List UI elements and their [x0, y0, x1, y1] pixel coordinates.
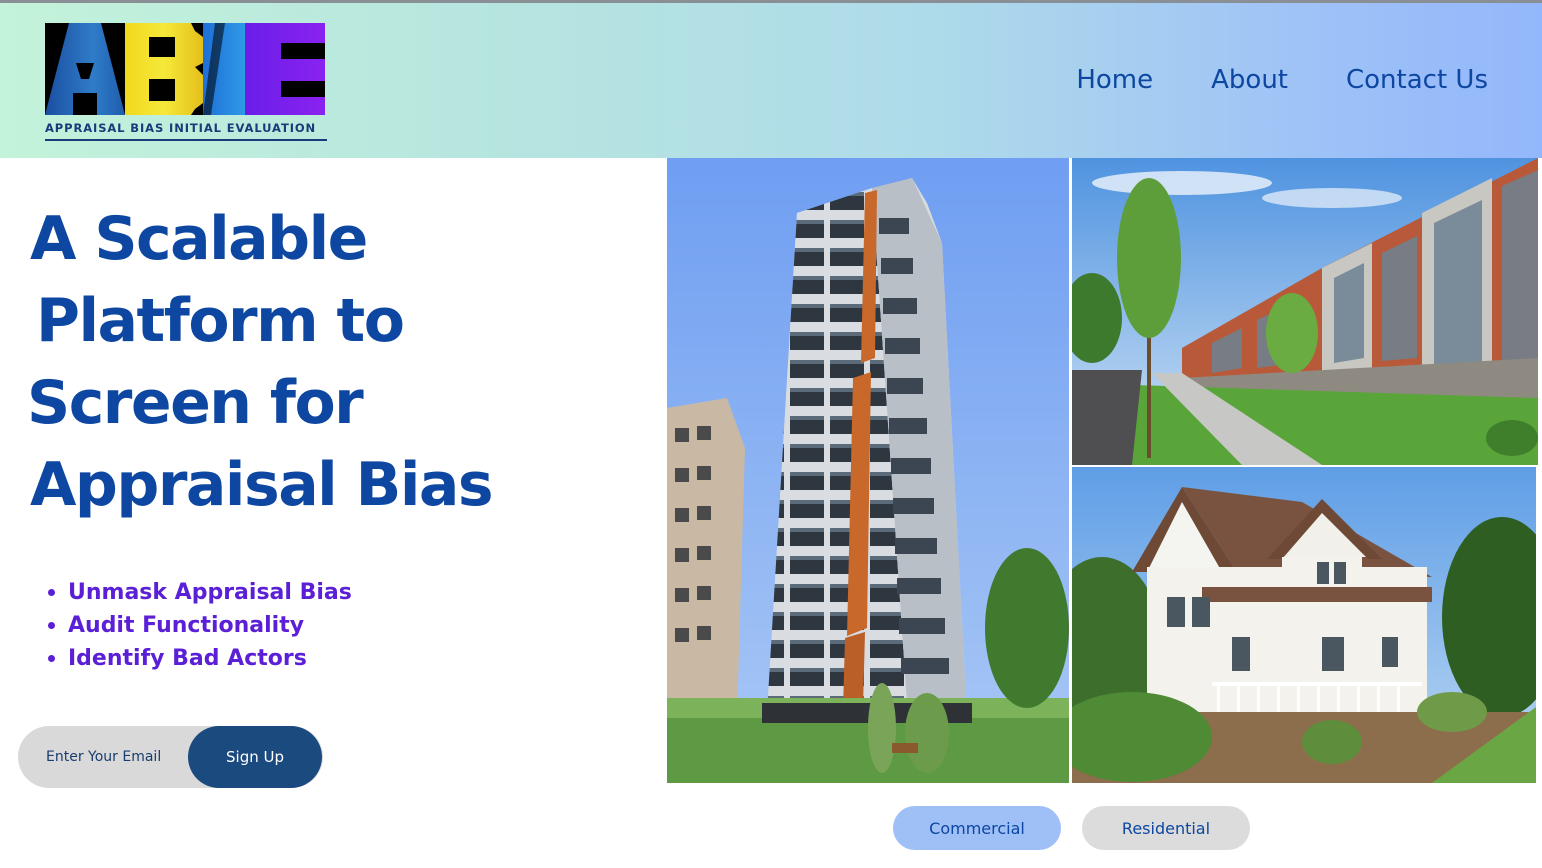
commercial-button[interactable]: Commercial — [893, 806, 1061, 850]
white-house-photo — [1072, 467, 1536, 783]
feature-item: Identify Bad Actors — [48, 642, 352, 675]
nav-home[interactable]: Home — [1076, 65, 1153, 95]
logo-underline — [45, 139, 327, 141]
feature-item: Unmask Appraisal Bias — [48, 576, 352, 609]
nav-about[interactable]: About — [1211, 65, 1288, 95]
hero-title-line: Screen for — [27, 368, 364, 438]
logo-letter-cutouts — [45, 23, 325, 115]
townhouses-photo — [1072, 158, 1538, 465]
hero-title-line: Appraisal Bias — [30, 450, 494, 520]
white-house-image — [1072, 467, 1536, 783]
townhouses-image — [1072, 158, 1538, 465]
abie-logo[interactable]: APPRAISAL BIAS INITIAL EVALUATION — [45, 23, 327, 141]
feature-list: Unmask Appraisal Bias Audit Functionalit… — [48, 576, 352, 675]
sign-up-button[interactable]: Sign Up — [188, 726, 322, 788]
signup-form: Sign Up — [18, 726, 323, 788]
tower-photo — [667, 158, 1069, 783]
hero-title: A Scalable Platform to Screen for Apprai… — [27, 198, 650, 526]
main-nav: Home About Contact Us — [1076, 65, 1488, 95]
residential-button[interactable]: Residential — [1082, 806, 1250, 850]
hero-title-line: A Scalable — [30, 204, 368, 274]
email-input[interactable] — [46, 745, 196, 769]
nav-contact-us[interactable]: Contact Us — [1346, 65, 1488, 95]
feature-item: Audit Functionality — [48, 609, 352, 642]
logo-caption: APPRAISAL BIAS INITIAL EVALUATION — [45, 121, 317, 135]
tower-image — [667, 158, 1069, 783]
site-header: APPRAISAL BIAS INITIAL EVALUATION Home A… — [0, 3, 1542, 158]
logo-letters — [45, 23, 325, 115]
hero-title-line: Platform to — [36, 286, 405, 356]
